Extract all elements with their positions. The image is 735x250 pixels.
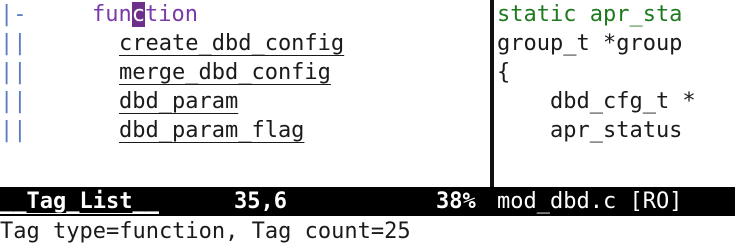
taglist-row[interactable]: || dbd_param_flag bbox=[0, 116, 487, 145]
fold-marker: || bbox=[0, 31, 27, 56]
editor-line[interactable]: group_t *group bbox=[497, 29, 735, 58]
editor-pane[interactable]: static apr_sta group_t *group { dbd_cfg_… bbox=[497, 0, 735, 187]
text-cursor: c bbox=[131, 2, 145, 27]
taglist-pane[interactable]: |- function || create_dbd_config || merg… bbox=[0, 0, 487, 187]
taglist-row[interactable]: || dbd_param bbox=[0, 87, 487, 116]
tag-entry[interactable]: create_dbd_config bbox=[119, 29, 344, 58]
command-line[interactable]: Tag type=function, Tag count=25 bbox=[0, 216, 735, 248]
editor-line[interactable]: dbd_cfg_t * bbox=[497, 87, 735, 116]
tag-kind-label-part2: tion bbox=[145, 2, 198, 27]
editor-line[interactable]: { bbox=[497, 58, 735, 87]
taglist-buffer-name-text: __Tag_List__ bbox=[0, 189, 159, 214]
status-bar: __Tag_List__ 35,6 38% mod_dbd.c [RO] bbox=[0, 187, 735, 216]
tag-entry[interactable]: merge_dbd_config bbox=[119, 58, 331, 87]
tag-kind-label[interactable]: function bbox=[92, 0, 198, 29]
fold-marker[interactable]: |- bbox=[0, 0, 34, 29]
taglist-status: __Tag_List__ 35,6 38% bbox=[0, 187, 496, 216]
tag-kind-label-part1: fun bbox=[92, 2, 132, 27]
fold-marker: || bbox=[0, 89, 27, 114]
cursor-position: 35,6 bbox=[234, 189, 287, 214]
taglist-buffer-name: __Tag_List__ bbox=[0, 187, 159, 216]
vertical-split-divider[interactable] bbox=[487, 0, 496, 187]
fold-marker: || bbox=[0, 118, 27, 143]
tag-entry[interactable]: dbd_param_flag bbox=[119, 116, 304, 145]
editor-line-text: { bbox=[497, 60, 511, 85]
editor-line-text: group_t *group bbox=[497, 31, 683, 56]
taglist-row[interactable]: || merge_dbd_config bbox=[0, 58, 487, 87]
editor-line-text: dbd_cfg_t * bbox=[497, 89, 696, 114]
taglist-kind-row[interactable]: |- function bbox=[0, 0, 487, 29]
editor-line-text: static apr_sta bbox=[497, 2, 683, 27]
editor-line-text: apr_status bbox=[497, 118, 683, 143]
scroll-percent: 38% bbox=[436, 189, 476, 214]
editor-status: mod_dbd.c [RO] bbox=[497, 187, 735, 216]
editor-line[interactable]: static apr_sta bbox=[497, 0, 735, 29]
editor-line[interactable]: apr_status bbox=[497, 116, 735, 145]
editor-filename: mod_dbd.c [RO] bbox=[497, 189, 683, 214]
tag-entry[interactable]: dbd_param bbox=[119, 87, 238, 116]
taglist-row[interactable]: || create_dbd_config bbox=[0, 29, 487, 58]
fold-marker: || bbox=[0, 60, 27, 85]
